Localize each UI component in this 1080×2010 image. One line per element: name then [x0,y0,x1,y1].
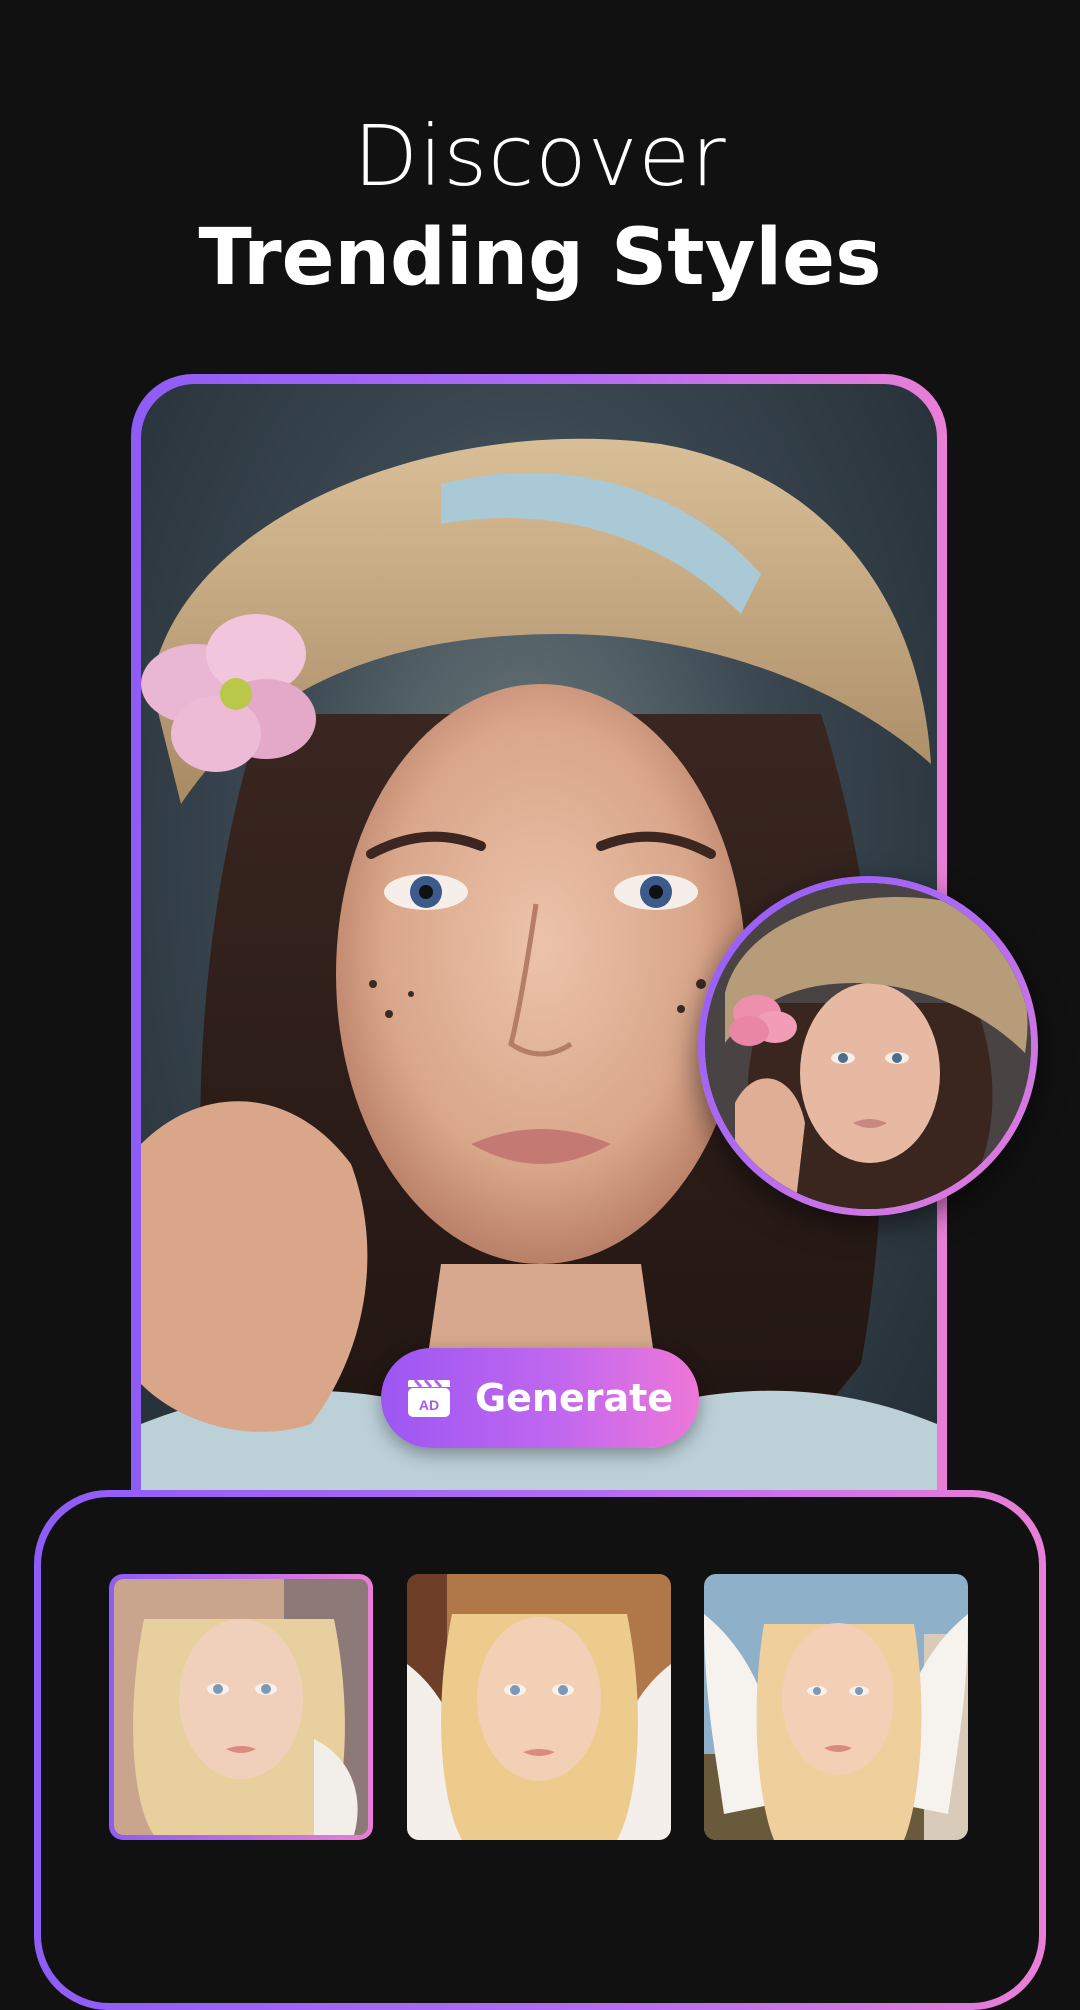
angel-style-2-image [407,1574,671,1840]
style-thumbnail-1[interactable] [109,1574,373,1840]
style-thumbnail-3[interactable] [704,1574,968,1840]
original-portrait-illustration [705,883,1031,1209]
angel-style-1-image [114,1579,368,1835]
headline: Discover Trending Styles [0,108,1080,310]
generate-button-label: Generate [474,1376,674,1420]
style-thumbnail-2[interactable] [407,1574,671,1840]
generate-button[interactable]: AD Generate [381,1348,699,1448]
original-photo-image [705,883,1031,1209]
headline-line-1: Discover [353,107,727,205]
original-photo-thumbnail[interactable] [698,876,1038,1216]
ad-icon-text: AD [419,1397,439,1413]
angel-style-3-image [704,1574,968,1840]
ad-clapperboard-icon: AD [407,1379,450,1417]
headline-line-2: Trending Styles [198,213,882,303]
